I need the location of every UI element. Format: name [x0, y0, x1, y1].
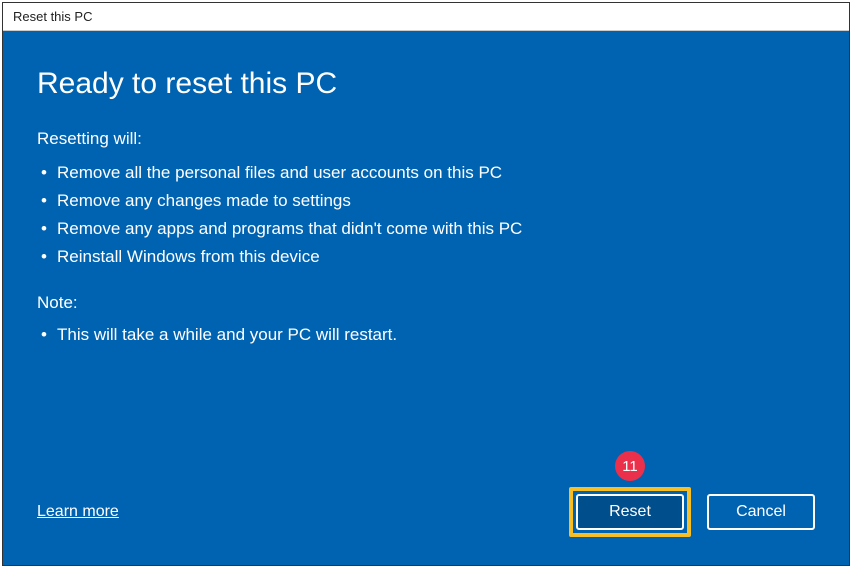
cancel-button[interactable]: Cancel [707, 494, 815, 530]
reset-button-wrapper: 11 Reset [569, 487, 691, 537]
note-label: Note: [37, 293, 815, 313]
button-group: 11 Reset Cancel [569, 487, 815, 537]
note-list: This will take a while and your PC will … [37, 321, 815, 349]
titlebar: Reset this PC [3, 3, 849, 31]
window-title: Reset this PC [13, 9, 92, 24]
resetting-will-label: Resetting will: [37, 129, 815, 149]
learn-more-link[interactable]: Learn more [37, 503, 119, 521]
list-item: Remove any changes made to settings [37, 187, 815, 215]
list-item: Remove any apps and programs that didn't… [37, 215, 815, 243]
annotation-badge: 11 [615, 451, 645, 481]
list-item: Reinstall Windows from this device [37, 243, 815, 271]
resetting-will-list: Remove all the personal files and user a… [37, 159, 815, 271]
page-title: Ready to reset this PC [37, 67, 815, 101]
list-item: Remove all the personal files and user a… [37, 159, 815, 187]
reset-pc-dialog: Reset this PC Ready to reset this PC Res… [2, 2, 850, 566]
dialog-content: Ready to reset this PC Resetting will: R… [3, 31, 849, 565]
highlight-box: Reset [569, 487, 691, 537]
dialog-footer: Learn more 11 Reset Cancel [37, 487, 815, 537]
list-item: This will take a while and your PC will … [37, 321, 815, 349]
reset-button[interactable]: Reset [576, 494, 684, 530]
